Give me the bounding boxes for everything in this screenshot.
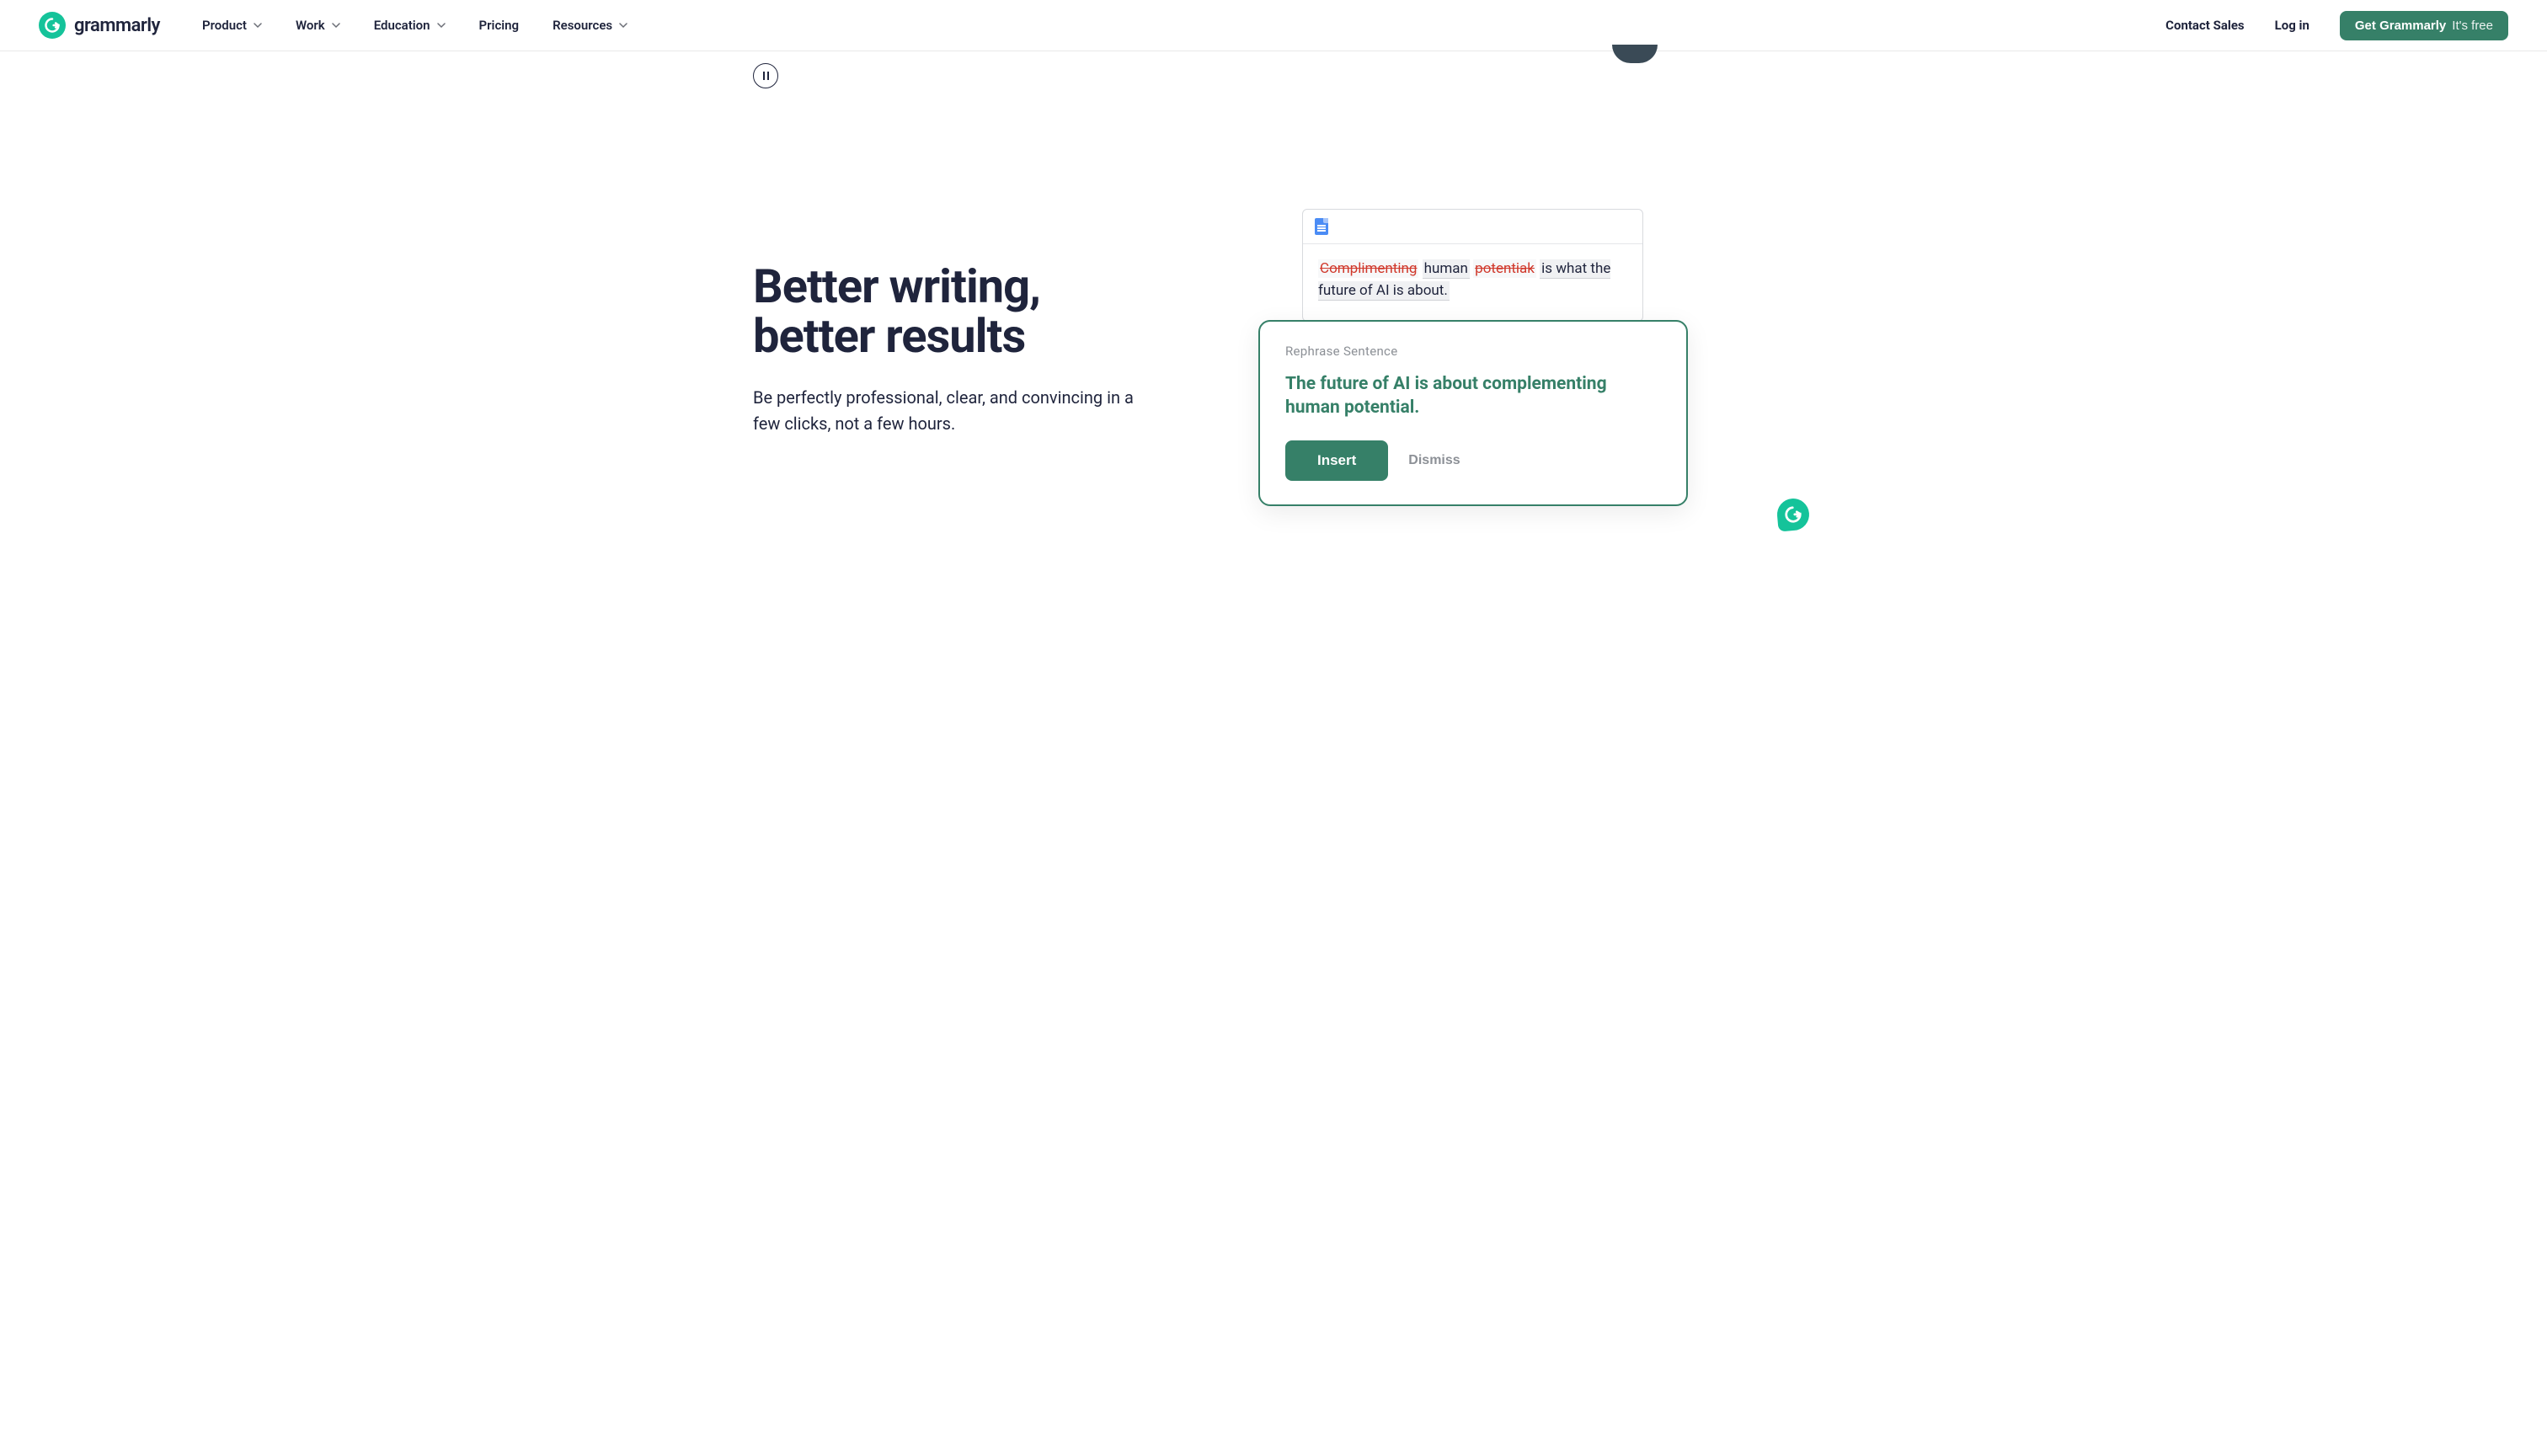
strikethrough-word: Complimenting	[1318, 259, 1418, 278]
chevron-down-icon	[332, 21, 340, 29]
chevron-down-icon	[437, 21, 446, 29]
hero-section: Better writing, better results Be perfec…	[660, 51, 1887, 437]
underline-word: human	[1423, 259, 1470, 279]
header-actions: Contact Sales Log in Get Grammarly It's …	[2165, 11, 2508, 40]
nav-resources[interactable]: Resources	[553, 18, 627, 33]
nav-label: Resources	[553, 18, 612, 33]
nav-label: Product	[202, 18, 247, 33]
nav-label: Education	[374, 18, 430, 33]
insert-button[interactable]: Insert	[1285, 440, 1388, 481]
nav-education[interactable]: Education	[374, 18, 446, 33]
pause-button[interactable]	[753, 63, 778, 88]
suggestion-text: The future of AI is about complementing …	[1285, 372, 1661, 420]
document-header	[1303, 210, 1642, 244]
nav-pricing[interactable]: Pricing	[479, 18, 520, 33]
nav-product[interactable]: Product	[202, 18, 262, 33]
hero-text: Better writing, better results Be perfec…	[753, 262, 1208, 437]
grammarly-logo-icon	[39, 12, 66, 39]
main-nav: Product Work Education Pricing Resources	[202, 18, 627, 33]
document-card: Complimenting human potentiak is what th…	[1302, 209, 1643, 322]
cta-label: Get Grammarly	[2355, 19, 2446, 33]
hero-title-line2: better results	[753, 308, 1025, 364]
suggestion-card: Rephrase Sentence The future of AI is ab…	[1258, 320, 1688, 506]
cta-sublabel: It's free	[2452, 19, 2493, 33]
hero-demo: Complimenting human potentiak is what th…	[1258, 209, 1794, 322]
strikethrough-word: potentiak	[1473, 259, 1536, 278]
hero-title-line1: Better writing,	[753, 259, 1040, 314]
get-grammarly-button[interactable]: Get Grammarly It's free	[2340, 11, 2508, 40]
suggestion-actions: Insert Dismiss	[1285, 440, 1661, 481]
main-header: grammarly Product Work Education Pricing…	[0, 0, 2547, 51]
logo-text: grammarly	[74, 15, 160, 36]
document-icon	[1315, 218, 1328, 235]
chevron-down-icon	[254, 21, 262, 29]
chevron-down-icon	[619, 21, 627, 29]
logo[interactable]: grammarly	[39, 12, 160, 39]
dismiss-button[interactable]: Dismiss	[1408, 453, 1460, 468]
login-link[interactable]: Log in	[2275, 18, 2309, 33]
hero-subtitle: Be perfectly professional, clear, and co…	[753, 385, 1157, 437]
nav-work[interactable]: Work	[296, 18, 340, 33]
document-body: Complimenting human potentiak is what th…	[1303, 244, 1642, 321]
contact-sales-link[interactable]: Contact Sales	[2165, 18, 2244, 33]
pause-icon	[763, 72, 769, 80]
nav-label: Work	[296, 18, 325, 33]
grammarly-badge-icon[interactable]	[1775, 497, 1810, 531]
hero-content: Better writing, better results Be perfec…	[753, 51, 1794, 437]
nav-label: Pricing	[479, 18, 520, 33]
hero-title: Better writing, better results	[753, 262, 1208, 361]
suggestion-label: Rephrase Sentence	[1285, 344, 1661, 359]
